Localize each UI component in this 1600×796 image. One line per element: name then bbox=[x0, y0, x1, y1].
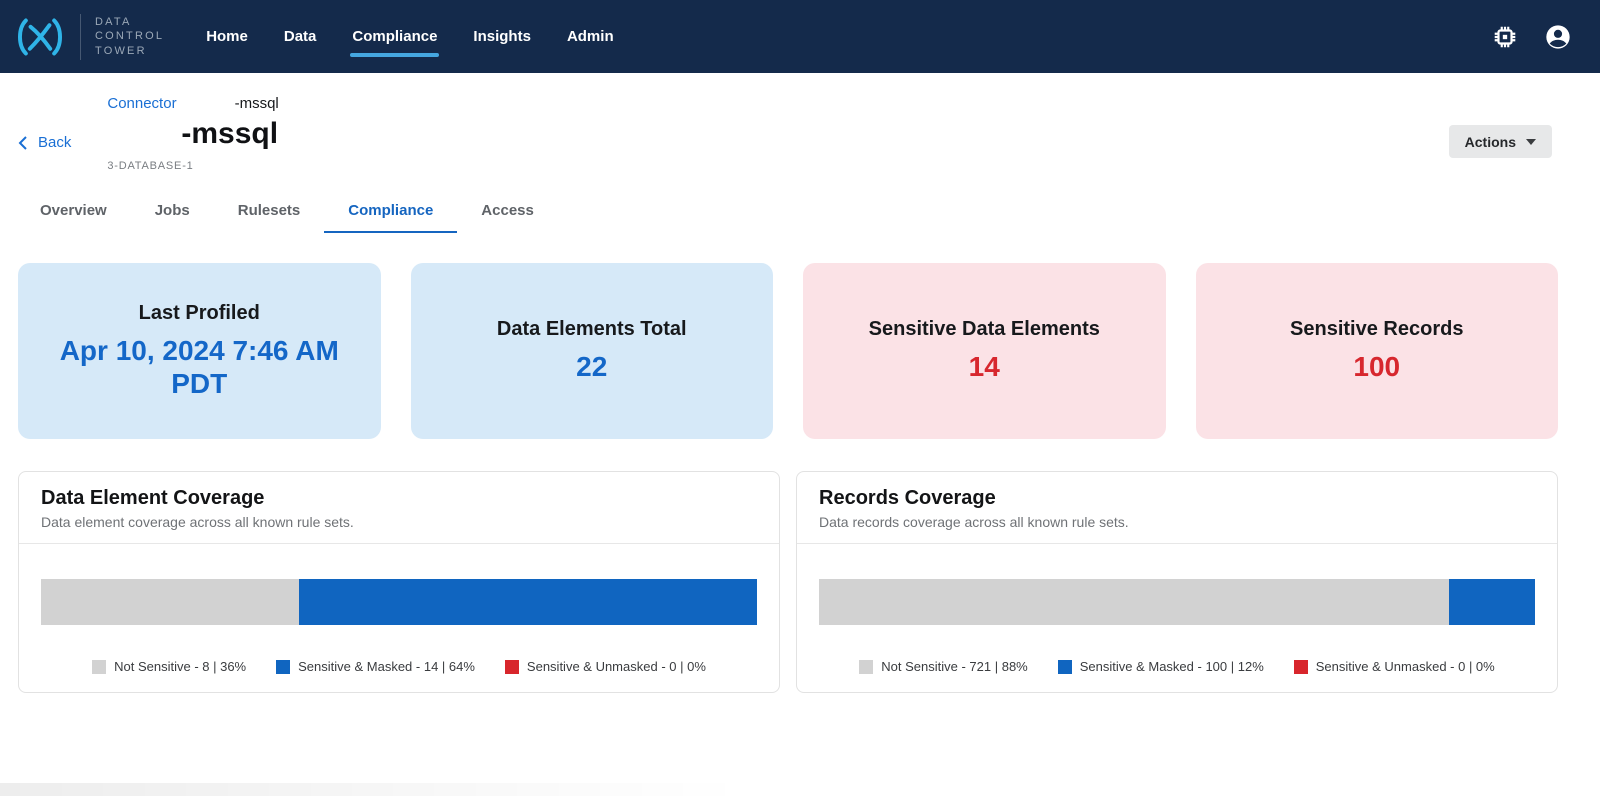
tab-active-underline bbox=[324, 231, 457, 233]
legend-swatch bbox=[92, 660, 106, 674]
detail-tabs: Overview Jobs Rulesets Compliance Access bbox=[0, 188, 1600, 233]
legend-swatch bbox=[276, 660, 290, 674]
stat-card-data-elements-total: Data Elements Total 22 bbox=[411, 263, 774, 439]
caret-down-icon bbox=[1526, 139, 1536, 145]
brand[interactable]: DATA CONTROL TOWER bbox=[14, 14, 164, 60]
main-nav: Home Data Compliance Insights Admin bbox=[206, 22, 613, 51]
panel-title: Data Element Coverage bbox=[41, 487, 757, 510]
stat-cards: Last Profiled Apr 10, 2024 7:46 AM PDT D… bbox=[18, 263, 1558, 439]
bar-segment-sensitive-masked bbox=[1449, 579, 1535, 625]
panel-subtitle: Data records coverage across all known r… bbox=[819, 514, 1535, 530]
panel-subtitle: Data element coverage across all known r… bbox=[41, 514, 757, 530]
legend-item-sensitive-masked: Sensitive & Masked - 14 | 64% bbox=[276, 659, 475, 674]
bar-segment-sensitive-masked bbox=[299, 579, 757, 625]
brand-wordmark: DATA CONTROL TOWER bbox=[95, 15, 164, 59]
legend-swatch bbox=[1058, 660, 1072, 674]
nav-item-home[interactable]: Home bbox=[206, 22, 248, 51]
legend-label: Sensitive & Masked - 14 | 64% bbox=[298, 659, 475, 674]
stat-card-value: 22 bbox=[576, 351, 607, 383]
legend-label: Not Sensitive - 8 | 36% bbox=[114, 659, 246, 674]
bottom-shadow bbox=[0, 783, 745, 796]
breadcrumb-current: -mssql bbox=[235, 95, 279, 112]
breadcrumb: Connector -mssql bbox=[107, 95, 278, 112]
legend-label: Sensitive & Unmasked - 0 | 0% bbox=[527, 659, 706, 674]
stat-card-title: Data Elements Total bbox=[497, 318, 687, 341]
tab-jobs[interactable]: Jobs bbox=[131, 188, 214, 233]
legend-swatch bbox=[859, 660, 873, 674]
chart-legend: Not Sensitive - 8 | 36% Sensitive & Mask… bbox=[41, 659, 757, 674]
data-element-coverage-panel: Data Element Coverage Data element cover… bbox=[18, 471, 780, 693]
stat-card-value: 100 bbox=[1353, 351, 1400, 383]
title-block: Connector -mssql -mssql 3-DATABASE-1 bbox=[107, 93, 278, 172]
brand-divider bbox=[80, 14, 81, 60]
stat-card-title: Sensitive Data Elements bbox=[869, 318, 1100, 341]
stat-card-value: 14 bbox=[969, 351, 1000, 383]
nav-item-compliance[interactable]: Compliance bbox=[352, 22, 437, 51]
nav-item-admin[interactable]: Admin bbox=[567, 22, 614, 51]
stat-card-last-profiled: Last Profiled Apr 10, 2024 7:46 AM PDT bbox=[18, 263, 381, 439]
actions-button[interactable]: Actions bbox=[1449, 125, 1552, 158]
chart-legend: Not Sensitive - 721 | 88% Sensitive & Ma… bbox=[819, 659, 1535, 674]
stacked-bar-chart bbox=[41, 579, 757, 625]
stat-card-sensitive-records: Sensitive Records 100 bbox=[1196, 263, 1559, 439]
tab-compliance[interactable]: Compliance bbox=[324, 188, 457, 233]
legend-swatch bbox=[505, 660, 519, 674]
nav-item-data[interactable]: Data bbox=[284, 22, 317, 51]
stat-card-sensitive-data-elements: Sensitive Data Elements 14 bbox=[803, 263, 1166, 439]
legend-label: Sensitive & Unmasked - 0 | 0% bbox=[1316, 659, 1495, 674]
stat-card-value: Apr 10, 2024 7:46 AM PDT bbox=[44, 335, 355, 399]
legend-label: Sensitive & Masked - 100 | 12% bbox=[1080, 659, 1264, 674]
account-circle-icon bbox=[1544, 23, 1572, 51]
coverage-panels: Data Element Coverage Data element cover… bbox=[18, 471, 1558, 693]
panel-header: Data Element Coverage Data element cover… bbox=[19, 472, 779, 544]
records-coverage-panel: Records Coverage Data records coverage a… bbox=[796, 471, 1558, 693]
bar-segment-not-sensitive bbox=[819, 579, 1449, 625]
page-subtitle: 3-DATABASE-1 bbox=[107, 160, 278, 172]
bar-segment-not-sensitive bbox=[41, 579, 299, 625]
account-button[interactable] bbox=[1542, 21, 1574, 53]
legend-label: Not Sensitive - 721 | 88% bbox=[881, 659, 1027, 674]
tab-overview[interactable]: Overview bbox=[16, 188, 131, 233]
legend-item-sensitive-masked: Sensitive & Masked - 100 | 12% bbox=[1058, 659, 1264, 674]
stat-card-title: Sensitive Records bbox=[1290, 318, 1463, 341]
chevron-left-icon bbox=[18, 135, 28, 151]
back-link[interactable]: Back bbox=[18, 134, 71, 151]
tab-rulesets[interactable]: Rulesets bbox=[214, 188, 325, 233]
breadcrumb-connector-link[interactable]: Connector bbox=[107, 95, 176, 112]
top-navbar: DATA CONTROL TOWER Home Data Compliance … bbox=[0, 0, 1600, 73]
nav-item-insights[interactable]: Insights bbox=[473, 22, 531, 51]
page-header: Back Connector -mssql -mssql 3-DATABASE-… bbox=[0, 73, 1600, 178]
tab-access[interactable]: Access bbox=[457, 188, 558, 233]
legend-item-not-sensitive: Not Sensitive - 721 | 88% bbox=[859, 659, 1027, 674]
stacked-bar-chart bbox=[819, 579, 1535, 625]
panel-body: Not Sensitive - 721 | 88% Sensitive & Ma… bbox=[797, 579, 1557, 674]
legend-item-not-sensitive: Not Sensitive - 8 | 36% bbox=[92, 659, 246, 674]
panel-header: Records Coverage Data records coverage a… bbox=[797, 472, 1557, 544]
navbar-right bbox=[1490, 21, 1574, 53]
chip-settings-button[interactable] bbox=[1490, 22, 1520, 52]
delphix-logo-icon bbox=[14, 15, 66, 59]
legend-item-sensitive-unmasked: Sensitive & Unmasked - 0 | 0% bbox=[1294, 659, 1495, 674]
legend-item-sensitive-unmasked: Sensitive & Unmasked - 0 | 0% bbox=[505, 659, 706, 674]
stat-card-title: Last Profiled bbox=[139, 302, 260, 325]
legend-swatch bbox=[1294, 660, 1308, 674]
panel-title: Records Coverage bbox=[819, 487, 1535, 510]
chip-icon bbox=[1492, 24, 1518, 50]
nav-active-underline bbox=[350, 53, 439, 57]
page-title: -mssql bbox=[181, 117, 278, 151]
panel-body: Not Sensitive - 8 | 36% Sensitive & Mask… bbox=[19, 579, 779, 674]
